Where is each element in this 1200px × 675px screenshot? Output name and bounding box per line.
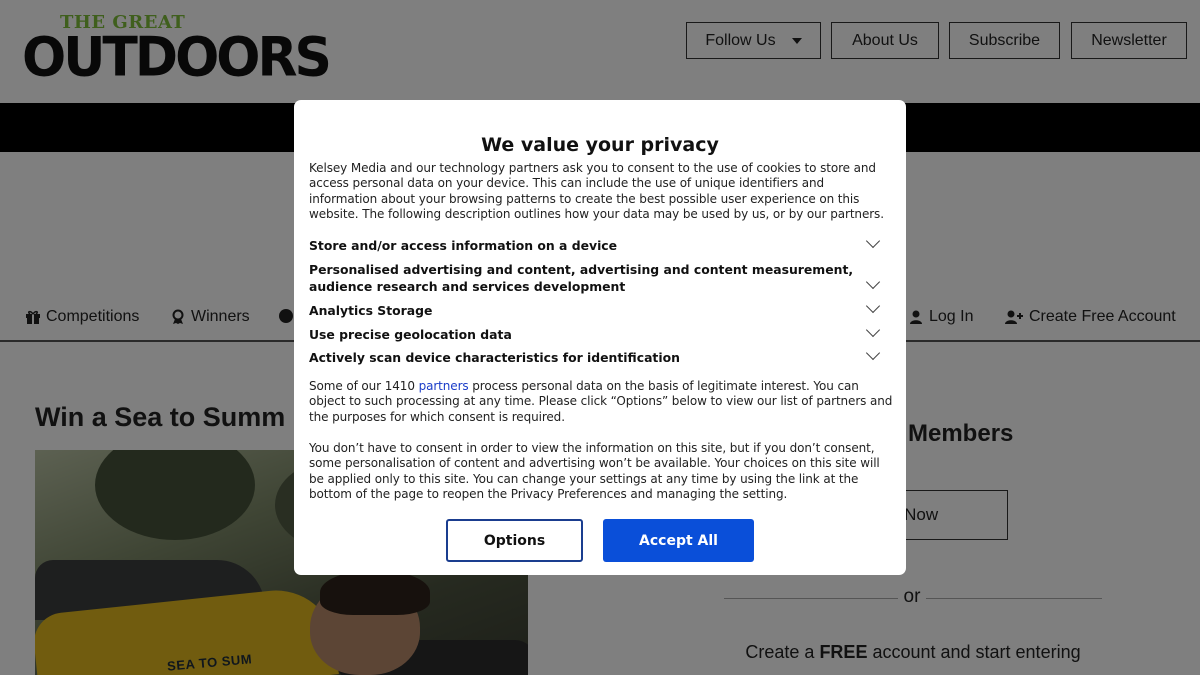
purpose-storage[interactable]: Store and/or access information on a dev… (309, 237, 869, 254)
privacy-consent-dialog: We value your privacy Kelsey Media and o… (294, 100, 906, 575)
consent-no-consent-info: You don’t have to consent in order to vi… (309, 441, 880, 502)
purpose-device-scan[interactable]: Actively scan device characteristics for… (309, 349, 869, 366)
legit-prefix: Some of our 1410 (309, 379, 419, 393)
consent-legitimate-interest: Some of our 1410 partners process person… (309, 379, 894, 425)
consent-intro: Kelsey Media and our technology partners… (309, 161, 884, 222)
purpose-analytics[interactable]: Analytics Storage (309, 302, 869, 319)
options-button[interactable]: Options (446, 519, 583, 562)
accept-all-button[interactable]: Accept All (603, 519, 754, 562)
consent-title: We value your privacy (481, 134, 719, 156)
purpose-personalised-ads[interactable]: Personalised advertising and content, ad… (309, 261, 869, 295)
partners-link[interactable]: partners (419, 379, 469, 393)
purpose-geolocation[interactable]: Use precise geolocation data (309, 326, 869, 343)
